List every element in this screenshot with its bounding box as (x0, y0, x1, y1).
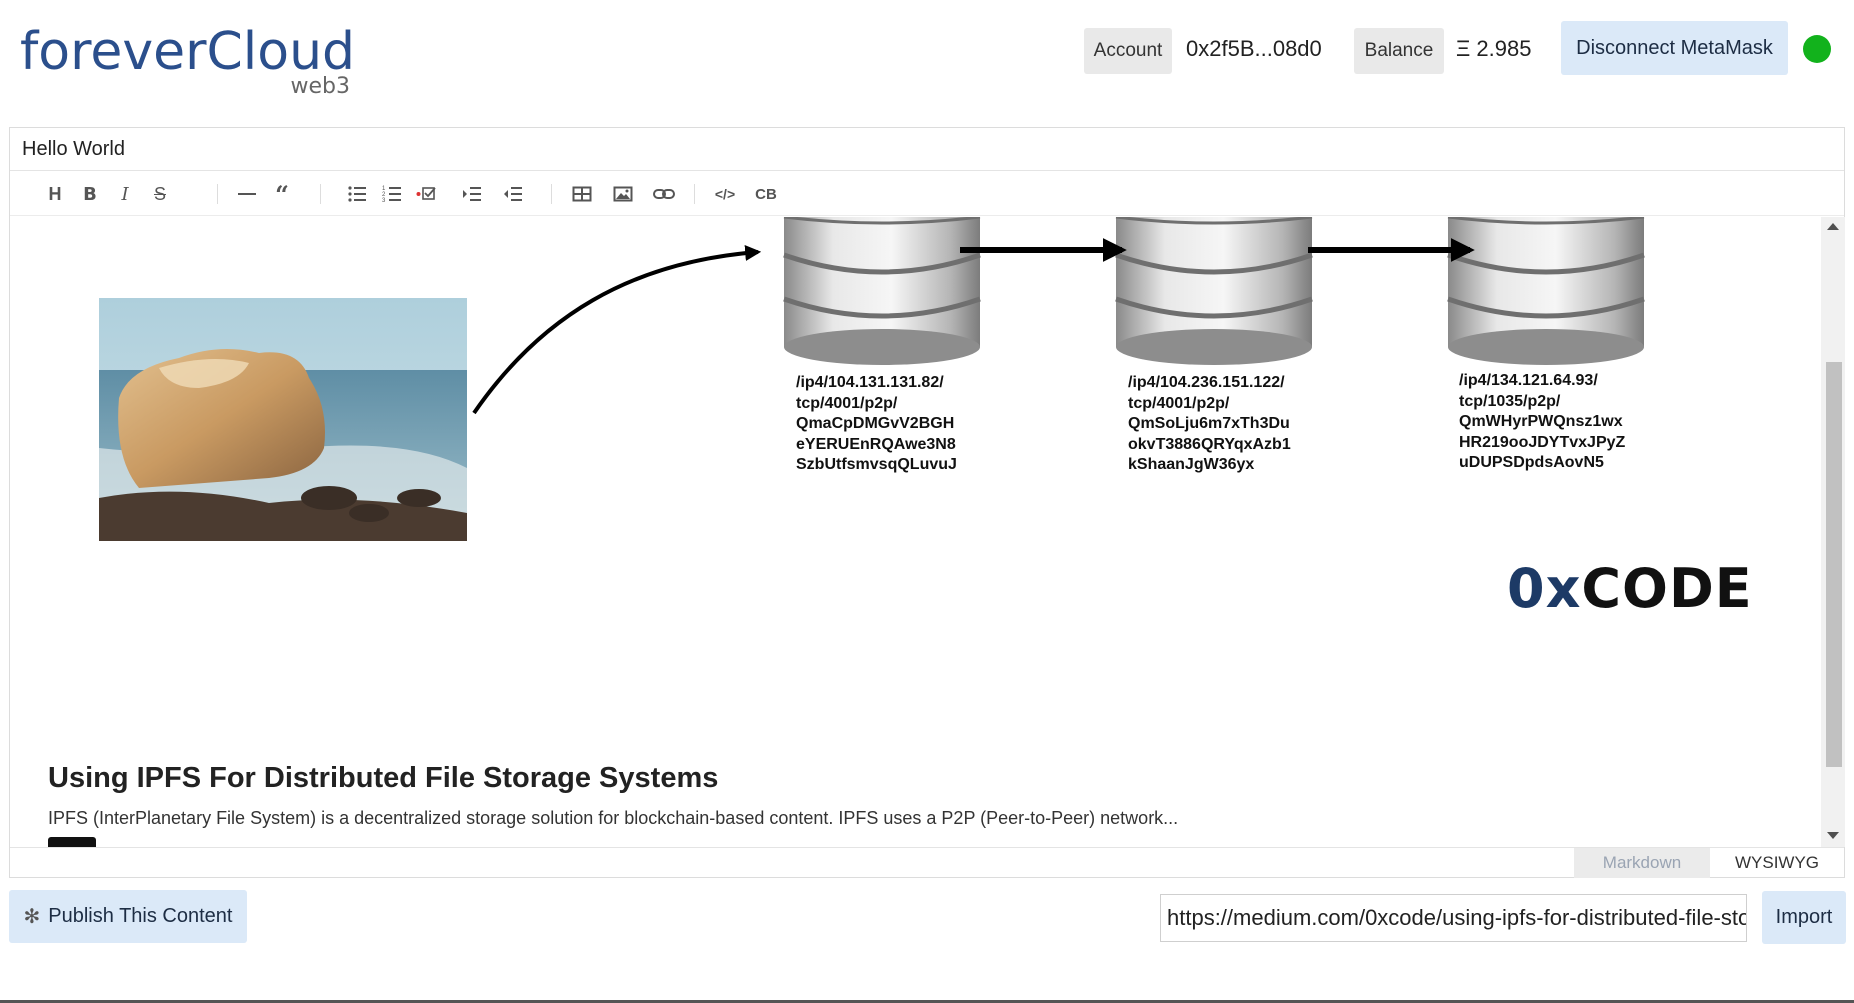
link-icon (653, 189, 675, 199)
post-title-input[interactable] (10, 128, 1844, 171)
bullet-list-icon (348, 186, 366, 202)
oxcode-logo: 0xCODE (1507, 556, 1753, 622)
indent-icon (463, 187, 481, 201)
ordered-list-icon: 1 2 3 (382, 186, 401, 204)
editor-scrollbar[interactable] (1821, 217, 1845, 847)
content-editor: H B I S “ 1 2 3 (9, 127, 1845, 878)
curved-arrow (472, 245, 762, 415)
image-icon (613, 186, 633, 202)
account-label: Account (1084, 28, 1172, 74)
publish-star-icon: ✻ (23, 906, 41, 928)
publish-content-button[interactable]: ✻ Publish This Content (9, 890, 247, 943)
editor-toolbar: H B I S “ 1 2 3 </> CB (10, 171, 1844, 216)
editor-content-area[interactable]: /ip4/104.131.131.82/ tcp/4001/p2p/ QmaCp… (10, 217, 1821, 847)
logo-sub-text: web3 (290, 74, 351, 99)
table-button[interactable] (567, 179, 597, 209)
outdent-icon (504, 187, 522, 201)
disconnect-metamask-button[interactable]: Disconnect MetaMask (1561, 21, 1788, 75)
publish-label: Publish This Content (48, 905, 233, 927)
article-thumbnail (48, 837, 96, 847)
node-address-3: /ip4/134.121.64.93/ tcp/1035/p2p/ QmWHyr… (1459, 372, 1626, 471)
heading-button[interactable]: H (40, 179, 70, 209)
logo-main-text: foreverCloud (20, 22, 356, 82)
balance-label: Balance (1354, 28, 1444, 74)
database-node-2 (1115, 217, 1313, 365)
strikethrough-button[interactable]: S (145, 179, 175, 209)
task-list-icon (416, 187, 436, 200)
import-button[interactable]: Import (1762, 891, 1846, 944)
table-icon (572, 186, 592, 202)
code-button[interactable]: </> (710, 179, 740, 209)
horizontal-rule-button[interactable] (232, 179, 262, 209)
bullet-list-button[interactable] (342, 179, 372, 209)
node-address-1: /ip4/104.131.131.82/ tcp/4001/p2p/ QmaCp… (796, 374, 957, 473)
import-url-input[interactable] (1160, 894, 1747, 942)
task-list-button[interactable] (412, 179, 442, 209)
ordered-list-button[interactable]: 1 2 3 (377, 179, 407, 209)
balance-value: Ξ 2.985 (1456, 36, 1532, 61)
article-title: Using IPFS For Distributed File Storage … (48, 762, 719, 794)
scroll-down-arrow-icon[interactable] (1827, 832, 1839, 839)
connection-status-indicator (1803, 35, 1831, 63)
bold-button[interactable]: B (75, 179, 105, 209)
oxcode-suffix: CODE (1581, 557, 1753, 620)
svg-text:3: 3 (382, 198, 386, 204)
italic-button[interactable]: I (110, 179, 140, 209)
app-header: foreverCloud web3 Account 0x2f5B...08d0 … (0, 0, 1854, 120)
scroll-up-arrow-icon[interactable] (1827, 223, 1839, 230)
node-address-2: /ip4/104.236.151.122/ tcp/4001/p2p/ QmSo… (1128, 374, 1291, 473)
account-address: 0x2f5B...08d0 (1186, 36, 1322, 61)
wysiwyg-mode-tab[interactable]: WYSIWYG (1710, 848, 1844, 878)
rock-photo (99, 298, 467, 541)
database-node-1 (783, 217, 981, 365)
image-button[interactable] (608, 179, 638, 209)
app-logo: foreverCloud web3 (20, 22, 355, 102)
oxcode-prefix: 0x (1507, 557, 1582, 620)
blockquote-button[interactable]: “ (267, 179, 297, 209)
link-button[interactable] (649, 179, 679, 209)
article-description: IPFS (InterPlanetary File System) is a d… (48, 808, 1179, 828)
markdown-mode-tab[interactable]: Markdown (1574, 848, 1710, 878)
editor-mode-switch: Markdown WYSIWYG (10, 847, 1844, 878)
outdent-button[interactable] (498, 179, 528, 209)
indent-button[interactable] (457, 179, 487, 209)
scrollbar-thumb[interactable] (1826, 362, 1842, 767)
codeblock-button[interactable]: CB (751, 179, 781, 209)
horizontal-rule-icon (238, 193, 256, 195)
database-node-3 (1447, 217, 1645, 365)
